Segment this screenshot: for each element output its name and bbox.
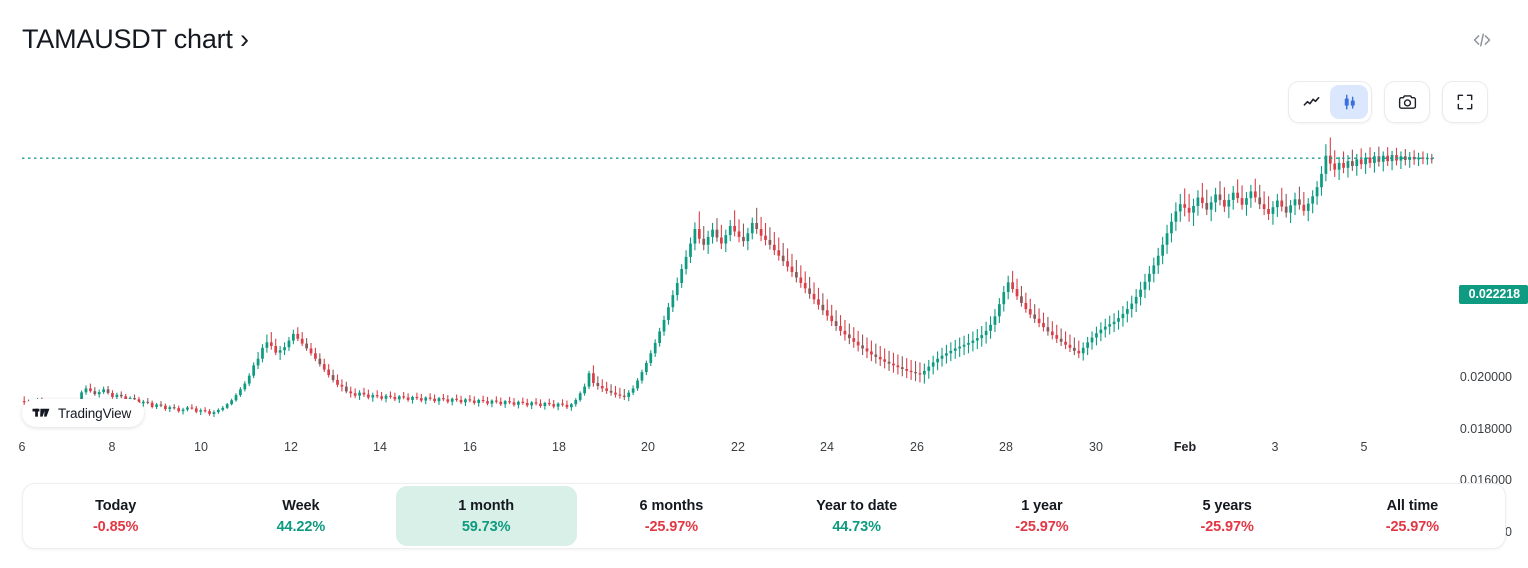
time-axis-tick: 8 bbox=[108, 440, 116, 454]
tradingview-logo-icon bbox=[32, 408, 50, 417]
time-axis-tick: 22 bbox=[731, 440, 745, 454]
stat-cell-all-time[interactable]: All time -25.97% bbox=[1322, 486, 1503, 546]
time-axis-tick: 14 bbox=[373, 440, 387, 454]
stat-value: -0.85% bbox=[92, 518, 139, 535]
stat-cell-6-months[interactable]: 6 months -25.97% bbox=[581, 486, 762, 546]
price-axis-tick: 0.018000 bbox=[1459, 422, 1512, 436]
performance-stats-bar: Today -0.85% Week 44.22% 1 month 59.73% 6 mont… bbox=[22, 483, 1506, 549]
page-header: TAMAUSDT chart › bbox=[0, 0, 1528, 78]
tradingview-watermark[interactable]: TradingView bbox=[22, 399, 145, 427]
current-price-badge: 0.022218 bbox=[1458, 284, 1528, 304]
page-title: TAMAUSDT chart › bbox=[22, 24, 249, 54]
stat-value: -25.97% bbox=[1200, 518, 1254, 535]
stat-cell-1-year[interactable]: 1 year -25.97% bbox=[951, 486, 1132, 546]
time-axis-tick: 12 bbox=[284, 440, 298, 454]
stat-cell-1-month[interactable]: 1 month 59.73% bbox=[395, 486, 577, 546]
stat-label: All time bbox=[1386, 497, 1439, 514]
line-chart-icon[interactable] bbox=[1292, 85, 1330, 119]
stat-label: Week bbox=[282, 497, 320, 514]
stat-label: Year to date bbox=[816, 497, 898, 514]
stat-cell-today[interactable]: Today -0.85% bbox=[25, 486, 206, 546]
stat-label: 6 months bbox=[639, 497, 704, 514]
candlestick-icon[interactable] bbox=[1330, 85, 1368, 119]
time-axis-tick: 20 bbox=[641, 440, 655, 454]
stat-value: 44.22% bbox=[276, 518, 326, 535]
tradingview-label: TradingView bbox=[58, 405, 132, 421]
time-axis-tick: 3 bbox=[1271, 440, 1279, 454]
stat-value: -25.97% bbox=[644, 518, 699, 535]
time-axis-tick: 5 bbox=[1360, 440, 1368, 454]
time-axis-tick: 28 bbox=[999, 440, 1013, 454]
stat-label: Today bbox=[95, 497, 137, 514]
time-axis-tick: 18 bbox=[552, 440, 566, 454]
stat-cell-5-years[interactable]: 5 years -25.97% bbox=[1137, 486, 1318, 546]
candlestick-chart bbox=[22, 137, 1434, 417]
time-axis-tick: Feb bbox=[1173, 440, 1197, 454]
chart-area[interactable]: TradingView 0.022218 0.020000 0.018000 0.0… bbox=[0, 136, 1528, 539]
price-axis-tick: 0.020000 bbox=[1459, 370, 1512, 384]
stat-value: -25.97% bbox=[1385, 518, 1440, 535]
stat-value: 59.73% bbox=[461, 518, 511, 535]
stat-cell-week[interactable]: Week 44.22% bbox=[210, 486, 391, 546]
stat-label: 5 years bbox=[1202, 497, 1252, 514]
stat-label: 1 month bbox=[458, 497, 514, 514]
chart-type-group bbox=[1288, 81, 1372, 123]
time-axis-tick: 16 bbox=[463, 440, 477, 454]
stat-value: 44.73% bbox=[832, 518, 881, 535]
stat-value: -25.97% bbox=[1015, 518, 1069, 535]
chart-toolbar bbox=[1288, 80, 1488, 124]
time-axis-tick: 30 bbox=[1089, 440, 1103, 454]
time-axis-tick: 10 bbox=[194, 440, 208, 454]
time-axis: 6 8 10 12 14 16 18 20 22 24 26 28 30 Feb 3 5 bbox=[0, 440, 1528, 462]
stat-label: 1 year bbox=[1021, 497, 1063, 514]
time-axis-tick: 24 bbox=[820, 440, 834, 454]
code-icon[interactable] bbox=[1468, 26, 1496, 54]
time-axis-tick: 26 bbox=[910, 440, 924, 454]
fullscreen-icon[interactable] bbox=[1442, 81, 1488, 123]
candle-series bbox=[22, 137, 1434, 417]
time-axis-tick: 6 bbox=[18, 440, 26, 454]
stat-cell-year-to-date[interactable]: Year to date 44.73% bbox=[766, 486, 947, 546]
camera-icon[interactable] bbox=[1384, 81, 1430, 123]
